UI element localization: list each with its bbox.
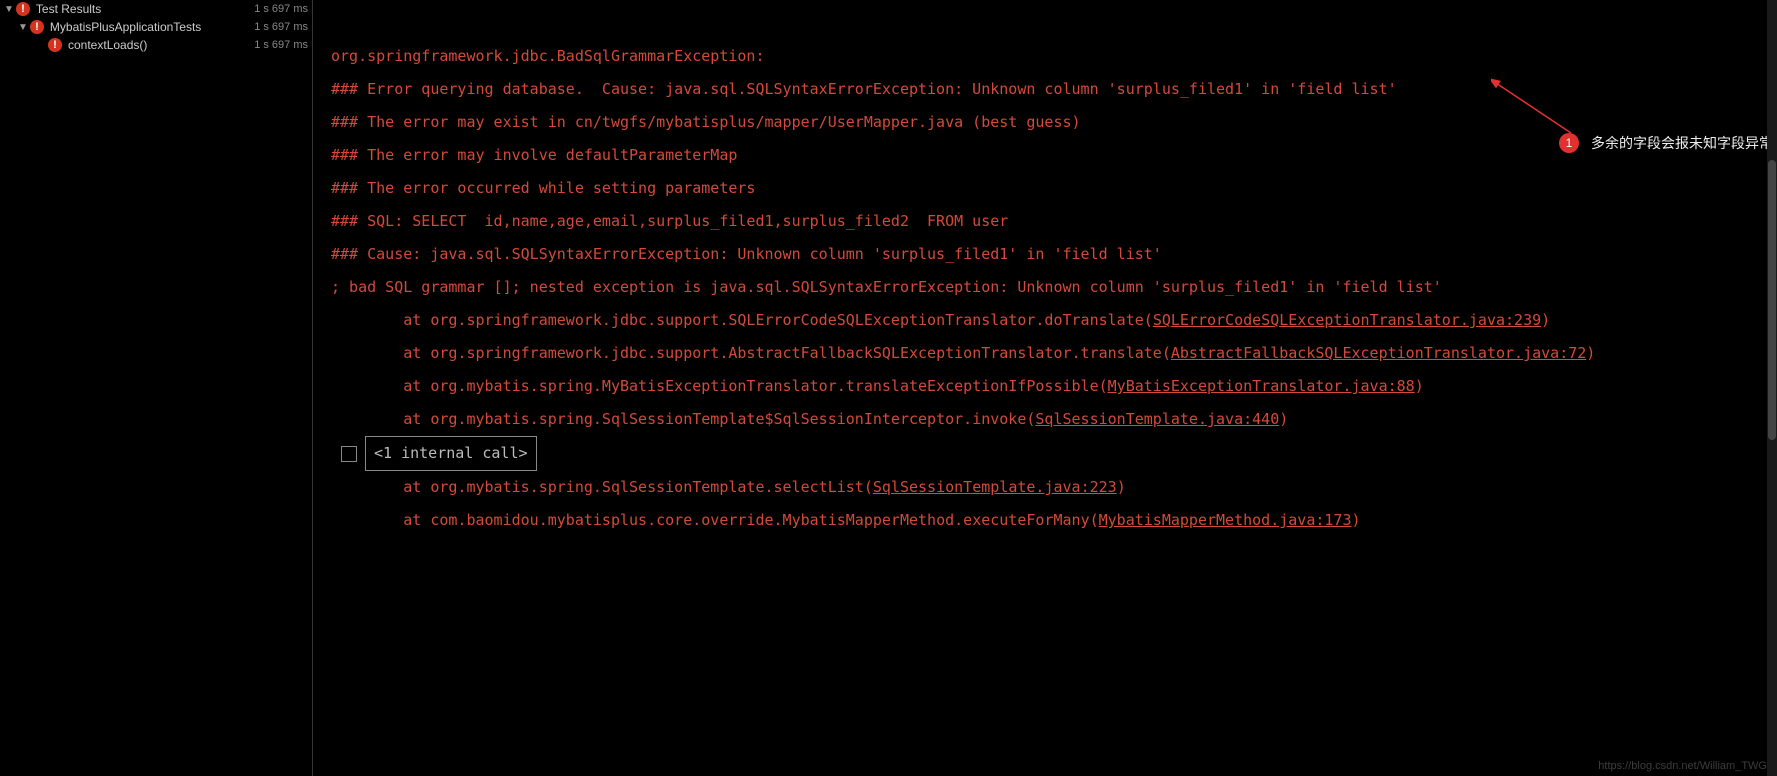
stack-line: at org.mybatis.spring.MyBatisExceptionTr… [331,370,1759,403]
source-link[interactable]: SqlSessionTemplate.java:223 [873,478,1117,496]
tree-item-label: MybatisPlusApplicationTests [50,20,254,34]
error-text: ### Error querying database. Cause: java… [331,73,1759,106]
error-icon [16,2,30,16]
error-text: ### The error occurred while setting par… [331,172,1759,205]
source-link[interactable]: SQLErrorCodeSQLExceptionTranslator.java:… [1153,311,1541,329]
error-icon [30,20,44,34]
annotation-callout: 1 多余的字段会报未知字段异常 [1559,128,1773,159]
chevron-down-icon: ▼ [18,22,28,33]
watermark: https://blog.csdn.net/William_TWG [1598,760,1767,772]
vertical-scrollbar[interactable] [1767,0,1777,776]
source-link[interactable]: SqlSessionTemplate.java:440 [1035,410,1279,428]
tree-item-time: 1 s 697 ms [254,21,308,33]
tree-item-test[interactable]: contextLoads() 1 s 697 ms [0,36,312,54]
tree-item-time: 1 s 697 ms [254,39,308,51]
stack-line: at org.springframework.jdbc.support.SQLE… [331,304,1759,337]
source-link[interactable]: MybatisMapperMethod.java:173 [1099,511,1352,529]
tree-item-label: contextLoads() [68,38,254,52]
source-link[interactable]: MyBatisExceptionTranslator.java:88 [1108,377,1415,395]
error-text: org.springframework.jdbc.BadSqlGrammarEx… [331,40,1759,73]
annotation-text: 多余的字段会报未知字段异常 [1591,128,1773,159]
scrollbar-thumb[interactable] [1768,160,1776,440]
error-text: ; bad SQL grammar []; nested exception i… [331,271,1759,304]
tree-root-row[interactable]: ▼ Test Results 1 s 697 ms [0,0,312,18]
error-icon [48,38,62,52]
tree-item-class[interactable]: ▼ MybatisPlusApplicationTests 1 s 697 ms [0,18,312,36]
error-text: ### The error may involve defaultParamet… [331,139,1759,172]
annotation-badge: 1 [1559,133,1579,153]
error-text: ### The error may exist in cn/twgfs/myba… [331,106,1759,139]
chevron-down-icon: ▼ [4,4,14,15]
console-output[interactable]: org.springframework.jdbc.BadSqlGrammarEx… [313,0,1777,776]
internal-calls-row: <1 internal call> [341,436,1759,471]
source-link[interactable]: AbstractFallbackSQLExceptionTranslator.j… [1171,344,1586,362]
stack-line: at com.baomidou.mybatisplus.core.overrid… [331,504,1759,537]
expand-button[interactable] [341,446,357,462]
error-text: ### SQL: SELECT id,name,age,email,surplu… [331,205,1759,238]
stack-line: at org.springframework.jdbc.support.Abst… [331,337,1759,370]
tree-root-label: Test Results [36,2,254,16]
tree-root-time: 1 s 697 ms [254,3,308,15]
stack-line: at org.mybatis.spring.SqlSessionTemplate… [331,403,1759,436]
stack-line: at org.mybatis.spring.SqlSessionTemplate… [331,471,1759,504]
internal-calls-label[interactable]: <1 internal call> [365,436,537,471]
error-text: ### Cause: java.sql.SQLSyntaxErrorExcept… [331,238,1759,271]
test-tree-panel: ▼ Test Results 1 s 697 ms ▼ MybatisPlusA… [0,0,313,776]
